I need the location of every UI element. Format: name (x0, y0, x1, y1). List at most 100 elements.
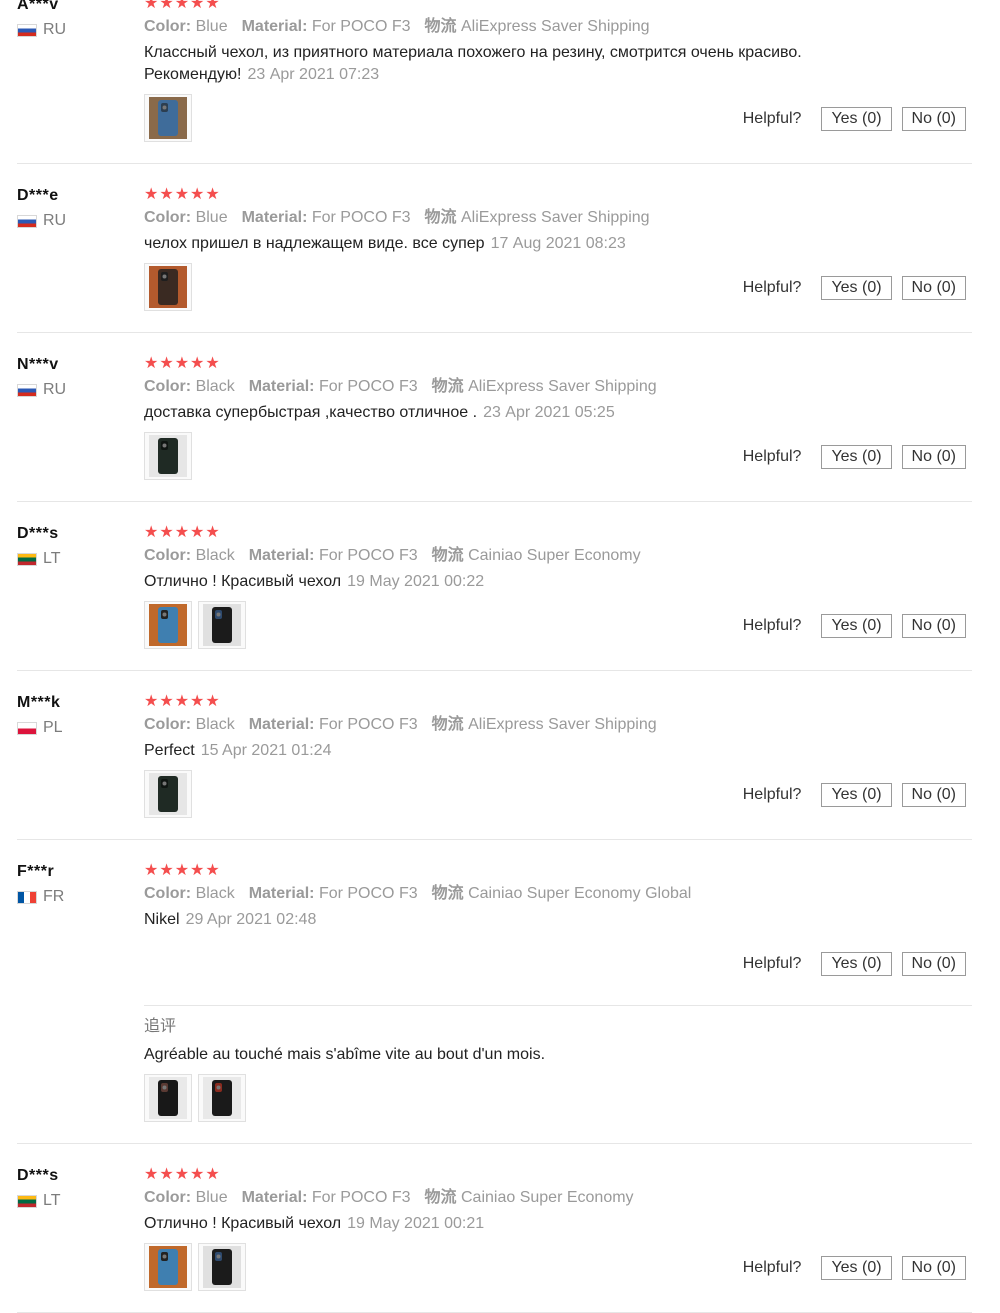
ru-flag-icon (17, 23, 37, 37)
shipping-label: 物流 (424, 209, 457, 226)
review-photo-thumbnail[interactable] (144, 1074, 192, 1122)
reviewer-country: RU (17, 381, 127, 399)
ru-flag-icon (17, 383, 37, 397)
country-code: RU (43, 21, 67, 38)
review-content: Отлично ! Красивый чехол (144, 573, 342, 590)
review-body: ★★★★★ Color: Black Material: For POCO F3 物流… (144, 862, 972, 1144)
color-label: Color: (144, 716, 192, 733)
review-photo-thumbnail[interactable] (144, 432, 192, 480)
helpful-vote: Helpful? Yes (0) No (0) (743, 1256, 966, 1280)
helpful-yes-button[interactable]: Yes (0) (821, 783, 892, 807)
review-photo-thumbnail[interactable] (144, 601, 192, 649)
lt-flag-icon (17, 552, 37, 566)
reviewer-name: M***k (17, 694, 61, 711)
country-code: RU (43, 381, 67, 398)
helpful-vote: Helpful? Yes (0) No (0) (743, 107, 966, 131)
material-value: For POCO F3 (311, 18, 411, 35)
helpful-no-button[interactable]: No (0) (901, 614, 966, 638)
helpful-no-button[interactable]: No (0) (901, 783, 966, 807)
material-label: Material: (248, 885, 315, 902)
review-photo-thumbnail[interactable] (144, 263, 192, 311)
color-value: Blue (195, 18, 228, 35)
helpful-vote: Helpful? Yes (0) No (0) (743, 276, 966, 300)
reviewer-info: F***r FR (17, 862, 127, 906)
ru-flag-icon (17, 214, 37, 228)
order-attributes: Color: Black Material: For POCO F3 物流 Cain… (144, 545, 972, 567)
review-body: ★★★★★ Color: Blue Material: For POCO F3 物流 … (144, 1166, 972, 1313)
review-date: 15 Apr 2021 01:24 (200, 742, 332, 759)
material-value: For POCO F3 (318, 547, 418, 564)
helpful-vote: Helpful? Yes (0) No (0) (743, 445, 966, 469)
reviewer-country: PL (17, 719, 127, 737)
helpful-label: Helpful? (742, 448, 802, 465)
followup-photos (144, 1074, 972, 1124)
review-content: челох пришел в надлежащем виде. все супе… (144, 235, 485, 252)
shipping-value: AliExpress Saver Shipping (461, 18, 650, 35)
color-label: Color: (144, 378, 192, 395)
review-item: N***v RU ★★★★★ Color: Black Material: For PO… (0, 333, 1000, 502)
order-attributes: Color: Black Material: For POCO F3 物流 Cain… (144, 883, 972, 905)
followup-label: 追评 (144, 1018, 177, 1035)
lt-flag-icon (17, 1194, 37, 1208)
review-photo-thumbnail[interactable] (198, 1074, 246, 1122)
helpful-yes-button[interactable]: Yes (0) (821, 276, 892, 300)
shipping-label: 物流 (424, 1189, 457, 1206)
material-value: For POCO F3 (318, 885, 418, 902)
shipping-label: 物流 (431, 885, 464, 902)
material-value: For POCO F3 (318, 378, 418, 395)
country-code: FR (43, 888, 65, 905)
review-date: 23 Apr 2021 07:23 (247, 66, 380, 83)
helpful-yes-button[interactable]: Yes (0) (821, 952, 892, 976)
shipping-value: AliExpress Saver Shipping (461, 209, 650, 226)
helpful-no-button[interactable]: No (0) (901, 952, 966, 976)
helpful-no-button[interactable]: No (0) (901, 445, 966, 469)
review-item: D***e RU ★★★★★ Color: Blue Material: For POC… (0, 164, 1000, 333)
review-text: челох пришел в надлежащем виде. все супе… (144, 233, 874, 255)
shipping-label: 物流 (424, 18, 457, 35)
shipping-label: 物流 (431, 716, 464, 733)
color-value: Black (195, 547, 235, 564)
star-rating: ★★★★★ (144, 693, 221, 710)
color-label: Color: (144, 18, 192, 35)
material-value: For POCO F3 (311, 209, 411, 226)
review-body: ★★★★★ Color: Blue Material: For POCO F3 物流 … (144, 186, 972, 333)
shipping-value: Cainiao Super Economy Global (468, 885, 692, 902)
helpful-no-button[interactable]: No (0) (901, 1256, 966, 1280)
review-item: F***r FR ★★★★★ Color: Black Material: For PO… (0, 840, 1000, 1144)
review-date: 29 Apr 2021 02:48 (185, 911, 317, 928)
country-code: PL (43, 719, 63, 736)
review-text: доставка супербыстрая ,качество отличное… (144, 402, 874, 424)
shipping-value: Cainiao Super Economy (468, 547, 641, 564)
star-rating: ★★★★★ (144, 0, 221, 12)
helpful-yes-button[interactable]: Yes (0) (821, 107, 892, 131)
review-photo-thumbnail[interactable] (144, 94, 192, 142)
followup-text: Agréable au touché mais s'abîme vite au … (144, 1046, 546, 1063)
helpful-no-button[interactable]: No (0) (901, 107, 966, 131)
helpful-yes-button[interactable]: Yes (0) (821, 614, 892, 638)
review-body: ★★★★★ Color: Black Material: For POCO F3 物流… (144, 355, 972, 502)
helpful-label: Helpful? (742, 786, 802, 803)
helpful-yes-button[interactable]: Yes (0) (821, 445, 892, 469)
color-value: Black (195, 716, 235, 733)
review-text: Nikel 29 Apr 2021 02:48 (144, 909, 874, 931)
reviewer-name: D***s (17, 1167, 59, 1184)
country-code: RU (43, 212, 67, 229)
reviewer-name: D***e (17, 187, 59, 204)
review-photo-thumbnail[interactable] (144, 1243, 192, 1291)
review-photo-thumbnail[interactable] (198, 1243, 246, 1291)
review-text: Perfect 15 Apr 2021 01:24 (144, 740, 874, 762)
reviewer-name: A***v (17, 0, 59, 13)
review-item: M***k PL ★★★★★ Color: Black Material: For PO… (0, 671, 1000, 840)
helpful-yes-button[interactable]: Yes (0) (821, 1256, 892, 1280)
star-rating: ★★★★★ (144, 1166, 221, 1183)
review-content: Nikel (144, 911, 180, 928)
review-photo-thumbnail[interactable] (198, 601, 246, 649)
helpful-label: Helpful? (742, 1259, 802, 1276)
color-value: Blue (195, 1189, 228, 1206)
country-code: LT (43, 1192, 61, 1209)
helpful-no-button[interactable]: No (0) (901, 276, 966, 300)
review-photo-thumbnail[interactable] (144, 770, 192, 818)
reviewer-info: N***v RU (17, 355, 127, 399)
review-text: Классный чехол, из приятного материала п… (144, 42, 874, 86)
reviewer-info: M***k PL (17, 693, 127, 737)
